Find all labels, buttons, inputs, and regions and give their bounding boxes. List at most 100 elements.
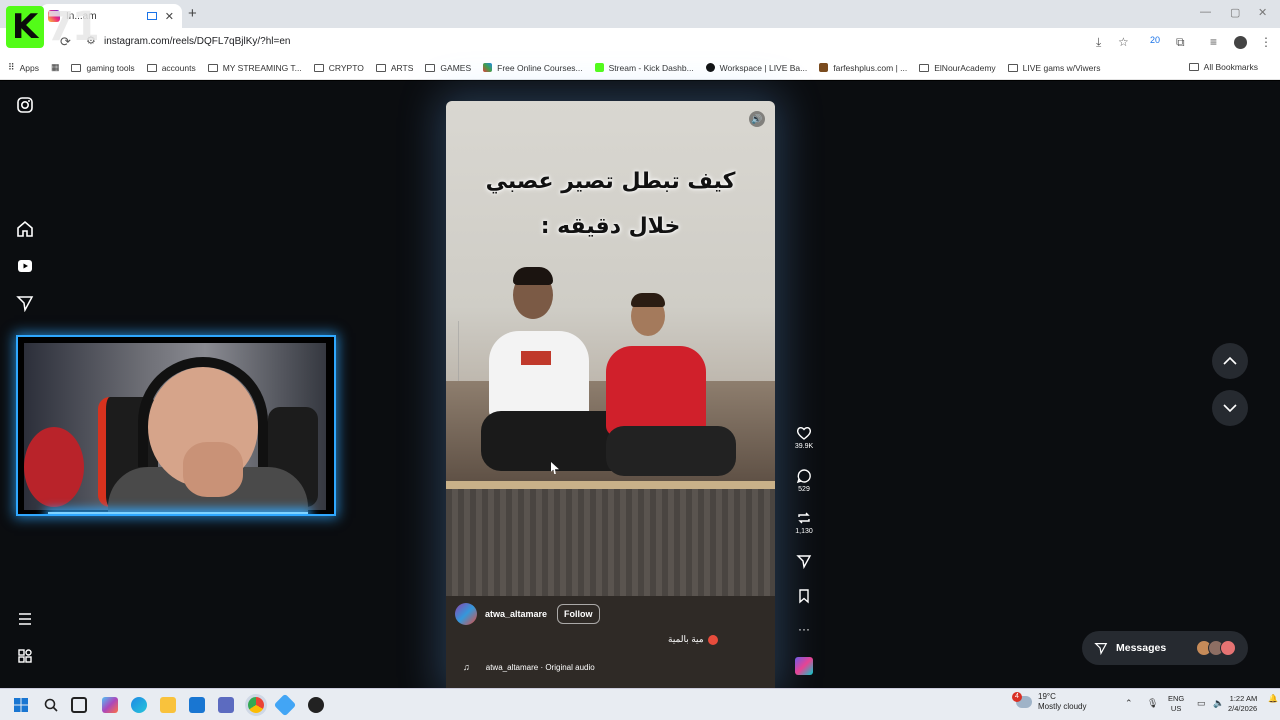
bookmark-workspace[interactable]: Workspace | LIVE Ba... [705, 63, 807, 73]
app-icon[interactable] [273, 693, 297, 717]
store-icon[interactable] [189, 697, 205, 713]
bookmark-free-courses[interactable]: Free Online Courses... [483, 63, 583, 73]
bookmark-icon [799, 589, 809, 604]
follow-button[interactable]: Follow [557, 604, 600, 624]
man-figure [481, 267, 631, 491]
comment-button[interactable]: 529 [788, 468, 820, 493]
profile-avatar-icon[interactable] [1234, 36, 1247, 49]
bookmarks-bar: ⠿ Apps ▦ gaming tools accounts MY STREAM… [0, 56, 1280, 80]
weather-widget[interactable]: 4 19°C Mostly cloudy [1012, 692, 1087, 712]
site-logo-icon [819, 63, 829, 72]
bookmark-crypto[interactable]: CRYPTO [313, 63, 364, 73]
bookmark-kick-dashboard[interactable]: Stream - Kick Dashb... [594, 63, 694, 73]
save-button[interactable] [788, 588, 820, 604]
also-from-meta-icon[interactable] [16, 647, 34, 665]
window-close-icon[interactable]: ✕ [1258, 6, 1267, 19]
comment-count: 529 [798, 486, 810, 493]
instagram-logo-icon[interactable] [16, 96, 34, 114]
cloud-icon: 4 [1012, 692, 1032, 708]
audio-label: atwa_altamare · Original audio [485, 662, 595, 672]
like-button[interactable]: 39.9K [788, 425, 820, 450]
chevron-up-icon [1223, 356, 1237, 365]
notification-bell-icon[interactable]: 🔔 [1268, 694, 1278, 703]
chevron-down-icon [1223, 404, 1237, 413]
bookmark-farfeshplus[interactable]: farfeshplus.com | ... [819, 63, 907, 73]
repost-button[interactable]: 1,130 [788, 510, 820, 535]
obs-icon[interactable] [308, 697, 324, 713]
repost-icon [798, 512, 810, 524]
reel-author: atwa_altamare Follow [455, 603, 600, 625]
messages-button[interactable]: Messages [1082, 631, 1248, 665]
new-tab-icon[interactable]: + [188, 5, 197, 22]
chrome-icon[interactable] [248, 697, 264, 713]
more-menu-icon[interactable] [16, 610, 34, 628]
bookmark-star-icon[interactable]: ☆ [1118, 35, 1129, 49]
reel-audio[interactable]: ♫ atwa_altamare · Original audio [463, 662, 595, 672]
author-name[interactable]: atwa_altamare [485, 609, 547, 619]
all-bookmarks[interactable]: All Bookmarks [1188, 62, 1258, 72]
teams-icon[interactable] [218, 697, 234, 713]
folder-icon [375, 63, 386, 72]
boy-figure [606, 293, 736, 486]
tab-close-icon[interactable]: ✕ [165, 10, 174, 23]
audio-thumbnail[interactable] [795, 657, 813, 675]
home-icon[interactable] [16, 220, 34, 238]
address-bar: ⟳ ⚙ instagram.com/reels/DQFL7qBjlKy/?hl=… [0, 28, 1280, 56]
tab-media-icon[interactable] [146, 12, 157, 20]
next-reel-button[interactable] [1212, 390, 1248, 426]
install-app-icon[interactable]: ⤓ [1096, 35, 1101, 50]
minimize-icon[interactable]: — [1200, 6, 1211, 18]
weather-badge: 4 [1012, 692, 1022, 702]
browser-menu-icon[interactable]: ⋮ [1260, 35, 1272, 49]
direct-messages-icon[interactable] [16, 294, 34, 312]
reel-caption-line-2: خلال دقيقه : [540, 214, 681, 239]
music-note-icon: ♫ [463, 662, 470, 672]
folder-icon [146, 63, 157, 72]
search-icon[interactable] [43, 697, 59, 713]
tiktok-logo-icon [705, 63, 715, 72]
direct-message-icon [1094, 643, 1108, 655]
maximize-icon[interactable]: ▢ [1230, 6, 1240, 19]
reels-icon[interactable] [16, 257, 34, 275]
heart-icon [796, 427, 812, 440]
reading-list-icon[interactable]: ≡ [1210, 35, 1217, 49]
like-count: 39.9K [794, 443, 814, 450]
folder-icon [313, 63, 324, 72]
repost-count: 1,130 [795, 528, 813, 535]
bookmark-gaming-tools[interactable]: gaming tools [71, 63, 135, 73]
tray-chevron-up-icon[interactable]: ⌃ [1125, 698, 1133, 709]
copilot-icon[interactable] [102, 697, 118, 713]
file-explorer-icon[interactable] [160, 697, 176, 713]
url-field[interactable]: instagram.com/reels/DQFL7qBjlKy/?hl=en [104, 36, 290, 47]
folder-icon [919, 63, 930, 72]
task-view-icon[interactable] [71, 697, 87, 713]
weather-desc: Mostly cloudy [1038, 702, 1087, 711]
webcam-overlay [16, 335, 336, 516]
speaker-icon[interactable]: 🔈 [1213, 698, 1224, 709]
tab-grid-icon[interactable]: ▦ [51, 62, 60, 73]
volume-icon[interactable]: 🔊 [749, 111, 765, 127]
apps-grid-icon: ⠿ [8, 62, 15, 72]
bookmark-games[interactable]: GAMES [425, 63, 471, 73]
windows-start-icon[interactable] [13, 697, 29, 713]
emoji-icon [707, 634, 718, 645]
network-icon[interactable]: ▭ [1197, 698, 1206, 709]
system-clock[interactable]: 1:22 AM 2/4/2026 [1228, 694, 1257, 714]
share-button[interactable] [788, 553, 820, 569]
reel-video[interactable]: 🔊 كيف تبطل تصير عصبي خلال دقيقه : [446, 101, 775, 688]
extensions-puzzle-icon[interactable]: ⧉ [1176, 35, 1185, 50]
author-avatar[interactable] [455, 603, 477, 625]
extension-badge[interactable]: 20 [1150, 35, 1160, 45]
bookmark-arts[interactable]: ARTS [375, 63, 413, 73]
microphone-icon[interactable]: 🎙 [1147, 698, 1158, 709]
bookmark-live-games[interactable]: LIVE gams w/Viwers [1007, 63, 1100, 73]
edge-icon[interactable] [131, 697, 147, 713]
previous-reel-button[interactable] [1212, 343, 1248, 379]
bookmark-apps[interactable]: ⠿ Apps [8, 62, 39, 73]
bookmark-streaming[interactable]: MY STREAMING T... [207, 63, 302, 73]
bookmark-elnouracademy[interactable]: ElNourAcademy [919, 63, 996, 73]
more-options-icon[interactable]: ··· [788, 622, 820, 636]
language-indicator[interactable]: ENG US [1168, 694, 1184, 714]
bookmark-accounts[interactable]: accounts [146, 63, 196, 73]
reel-description: مية بالمية [668, 634, 718, 645]
